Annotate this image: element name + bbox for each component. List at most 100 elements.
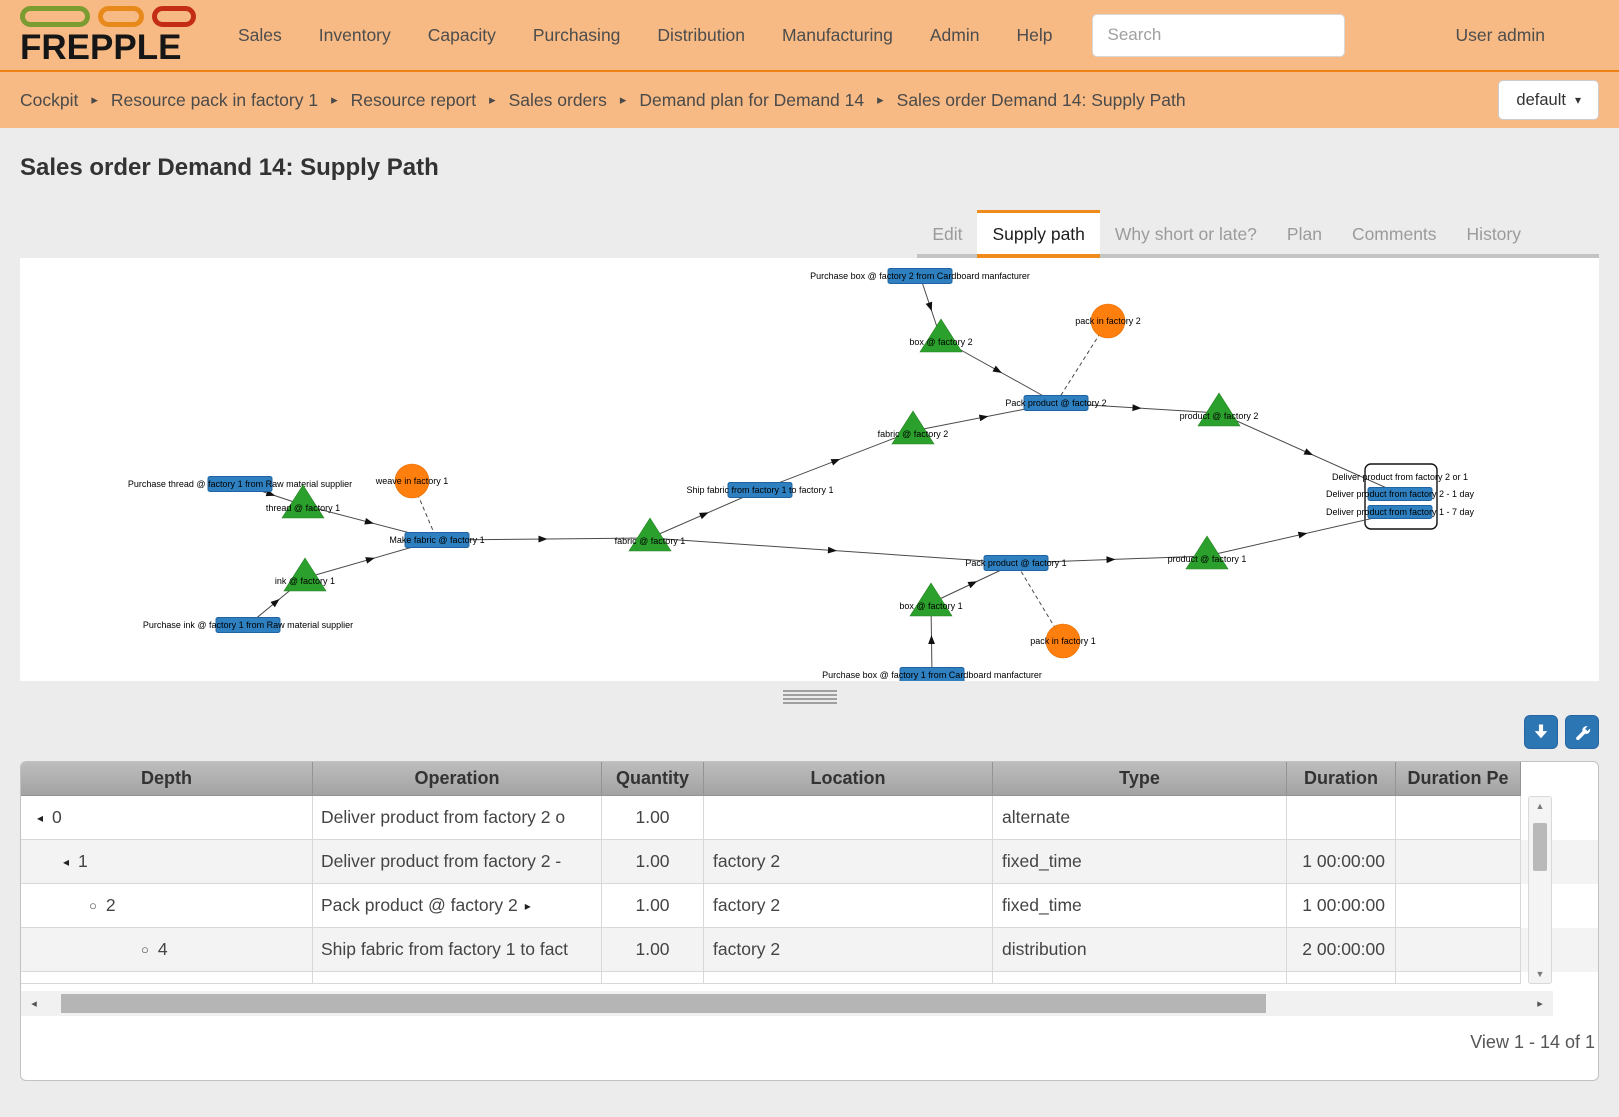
tree-leaf-icon[interactable]: ○ (141, 942, 149, 957)
scroll-down-icon[interactable]: ▼ (1529, 965, 1551, 983)
column-header-duration[interactable]: Duration (1287, 762, 1396, 796)
operation-cell[interactable]: Deliver product from factory 2 o (313, 796, 602, 840)
operation-cell[interactable]: Pack product @ factory 2▸ (313, 884, 602, 928)
duration-per-cell (1396, 840, 1521, 884)
table-row: ◂1Deliver product from factory 2 -1.00fa… (21, 840, 1598, 884)
user-menu[interactable]: User admin (1456, 25, 1545, 46)
tabs-row: EditSupply pathWhy short or late?PlanCom… (0, 210, 1619, 258)
horizontal-scrollbar[interactable]: ◂ ▸ (21, 991, 1553, 1016)
node-label-pack_prod_f1: Pack product @ factory 1 (965, 558, 1066, 568)
node-label-deliver_f2: Deliver product from factory 2 - 1 day (1326, 489, 1475, 499)
node-label-deliver_f1: Deliver product from factory 1 - 7 day (1326, 507, 1475, 517)
quantity-cell: 1.00 (602, 840, 704, 884)
depth-value: 2 (106, 895, 116, 916)
logo-pill-orange-icon (98, 6, 144, 27)
nav-item-inventory[interactable]: Inventory (319, 25, 391, 46)
tab-plan[interactable]: Plan (1272, 210, 1337, 258)
buffer-node-fabric_f1[interactable] (629, 518, 671, 551)
table-row: ◂0Deliver product from factory 2 o1.00al… (21, 796, 1598, 840)
type-cell: alternate (993, 796, 1287, 840)
node-label-ship_fabric: Ship fabric from factory 1 to factory 1 (686, 485, 833, 495)
page-title: Sales order Demand 14: Supply Path (20, 154, 1619, 182)
column-header-depth[interactable]: Depth (21, 762, 313, 796)
location-cell (704, 796, 993, 840)
panel-resize-handle[interactable] (783, 686, 837, 708)
nav-item-admin[interactable]: Admin (930, 25, 980, 46)
node-label-prod_f1: product @ factory 1 (1168, 554, 1247, 564)
buffer-node-thread_f1[interactable] (282, 485, 324, 518)
depth-value: 1 (78, 851, 88, 872)
breadcrumb-separator-icon: ▸ (620, 92, 627, 108)
breadcrumb-separator-icon: ▸ (489, 92, 496, 108)
column-header-duration-pe[interactable]: Duration Pe (1396, 762, 1521, 796)
nav-item-capacity[interactable]: Capacity (428, 25, 496, 46)
table-body: ◂0Deliver product from factory 2 o1.00al… (21, 796, 1598, 984)
caret-down-icon: ▾ (1575, 93, 1581, 107)
breadcrumb-item[interactable]: Sales orders (509, 90, 607, 111)
scroll-right-icon[interactable]: ▸ (1527, 997, 1553, 1010)
node-label-weave_f1: weave in factory 1 (375, 476, 449, 486)
buffer-node-ink_f1[interactable] (284, 558, 326, 591)
vertical-scrollbar-thumb[interactable] (1533, 823, 1547, 871)
nav-item-purchasing[interactable]: Purchasing (533, 25, 621, 46)
node-label-prod_f2: product @ factory 2 (1180, 411, 1259, 421)
tab-history[interactable]: History (1452, 210, 1536, 258)
location-cell: factory 2 (704, 884, 993, 928)
breadcrumb-item[interactable]: Sales order Demand 14: Supply Path (897, 90, 1186, 111)
breadcrumb-item[interactable]: Resource pack in factory 1 (111, 90, 318, 111)
node-label-pack_prod_f2: Pack product @ factory 2 (1005, 398, 1106, 408)
breadcrumb-item[interactable]: Cockpit (20, 90, 78, 111)
tab-edit[interactable]: Edit (917, 210, 977, 258)
duration-cell: 2 00:00:00 (1287, 928, 1396, 972)
buffer-node-fabric_f2[interactable] (892, 411, 934, 444)
buffer-node-box_f1[interactable] (910, 583, 952, 616)
buffer-node-box_f2[interactable] (920, 319, 962, 352)
logo-pill-green-icon (20, 6, 90, 27)
type-cell: fixed_time (993, 840, 1287, 884)
edge-arrow-icon (538, 536, 547, 543)
node-label-purch_ink_f1: Purchase ink @ factory 1 from Raw materi… (143, 620, 353, 630)
depth-cell: ○4 (21, 928, 313, 972)
operation-cell[interactable]: Deliver product from factory 2 - (313, 840, 602, 884)
view-selector-button[interactable]: default ▾ (1498, 80, 1599, 120)
download-button[interactable] (1524, 715, 1558, 749)
settings-button[interactable] (1565, 715, 1599, 749)
frepple-logo[interactable]: FREPPLE (20, 5, 196, 66)
column-header-type[interactable]: Type (993, 762, 1287, 796)
pager-status: View 1 - 14 of 1 (21, 1016, 1598, 1053)
column-header-operation[interactable]: Operation (313, 762, 602, 796)
column-header-quantity[interactable]: Quantity (602, 762, 704, 796)
edge-arrow-icon (1298, 530, 1308, 539)
buffer-node-prod_f2[interactable] (1198, 393, 1240, 426)
nav-item-help[interactable]: Help (1016, 25, 1052, 46)
tab-comments[interactable]: Comments (1337, 210, 1452, 258)
logo-pill-red-icon (152, 6, 196, 27)
tab-why-short-or-late[interactable]: Why short or late? (1100, 210, 1272, 258)
depth-value: 0 (52, 807, 62, 828)
search-input[interactable] (1092, 14, 1345, 57)
nav-item-distribution[interactable]: Distribution (657, 25, 745, 46)
column-header-location[interactable]: Location (704, 762, 993, 796)
horizontal-scrollbar-thumb[interactable] (61, 994, 1266, 1013)
vertical-scrollbar[interactable]: ▲ ▼ (1528, 796, 1552, 984)
supply-path-graph[interactable]: Purchase box @ factory 2 from Cardboard … (20, 258, 1599, 681)
empty-cell (704, 972, 993, 984)
type-cell: fixed_time (993, 884, 1287, 928)
tab-supply-path[interactable]: Supply path (977, 210, 1099, 258)
nav-item-manufacturing[interactable]: Manufacturing (782, 25, 893, 46)
scroll-up-icon[interactable]: ▲ (1529, 797, 1551, 815)
tree-collapse-icon[interactable]: ◂ (63, 855, 69, 869)
breadcrumb-item[interactable]: Demand plan for Demand 14 (639, 90, 864, 111)
quantity-cell: 1.00 (602, 928, 704, 972)
tree-expand-icon[interactable]: ▸ (525, 899, 531, 913)
operation-cell[interactable]: Ship fabric from factory 1 to fact (313, 928, 602, 972)
edge-arrow-icon (828, 547, 837, 554)
nav-item-sales[interactable]: Sales (238, 25, 282, 46)
breadcrumb-item[interactable]: Resource report (351, 90, 476, 111)
tree-leaf-icon[interactable]: ○ (89, 898, 97, 913)
scroll-left-icon[interactable]: ◂ (21, 997, 47, 1010)
node-label-box_f1: box @ factory 1 (899, 601, 962, 611)
frepple-logo-pills-icon (20, 5, 196, 29)
tree-collapse-icon[interactable]: ◂ (37, 811, 43, 825)
node-label-thread_f1: thread @ factory 1 (266, 503, 340, 513)
